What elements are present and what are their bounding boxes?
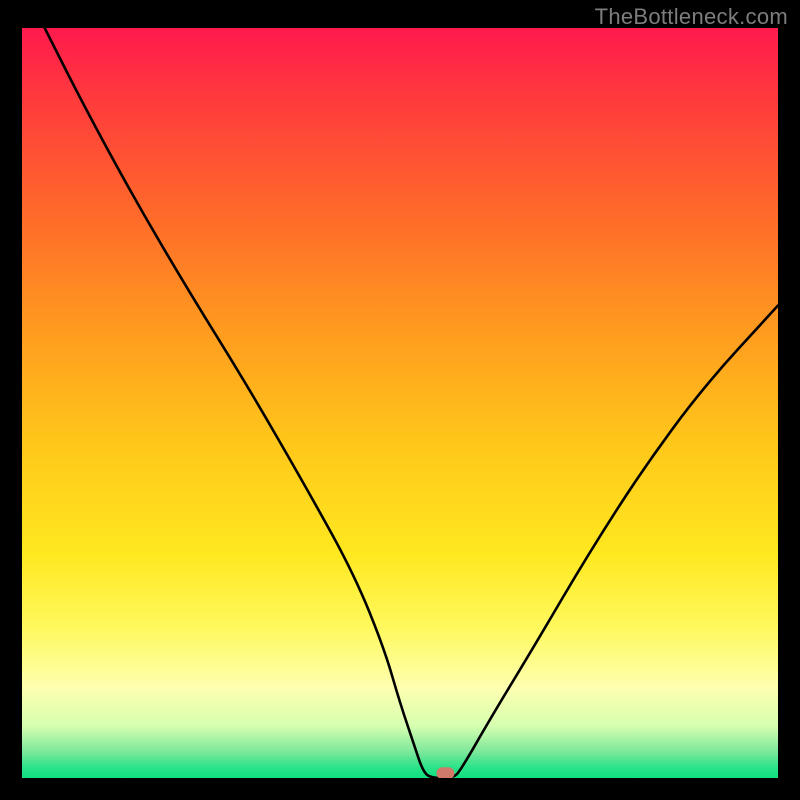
plot-area bbox=[22, 28, 778, 778]
bottleneck-curve bbox=[45, 28, 778, 778]
curve-svg bbox=[22, 28, 778, 778]
chart-stage: TheBottleneck.com bbox=[0, 0, 800, 800]
watermark-text: TheBottleneck.com bbox=[595, 4, 788, 30]
minimum-marker bbox=[436, 767, 454, 778]
